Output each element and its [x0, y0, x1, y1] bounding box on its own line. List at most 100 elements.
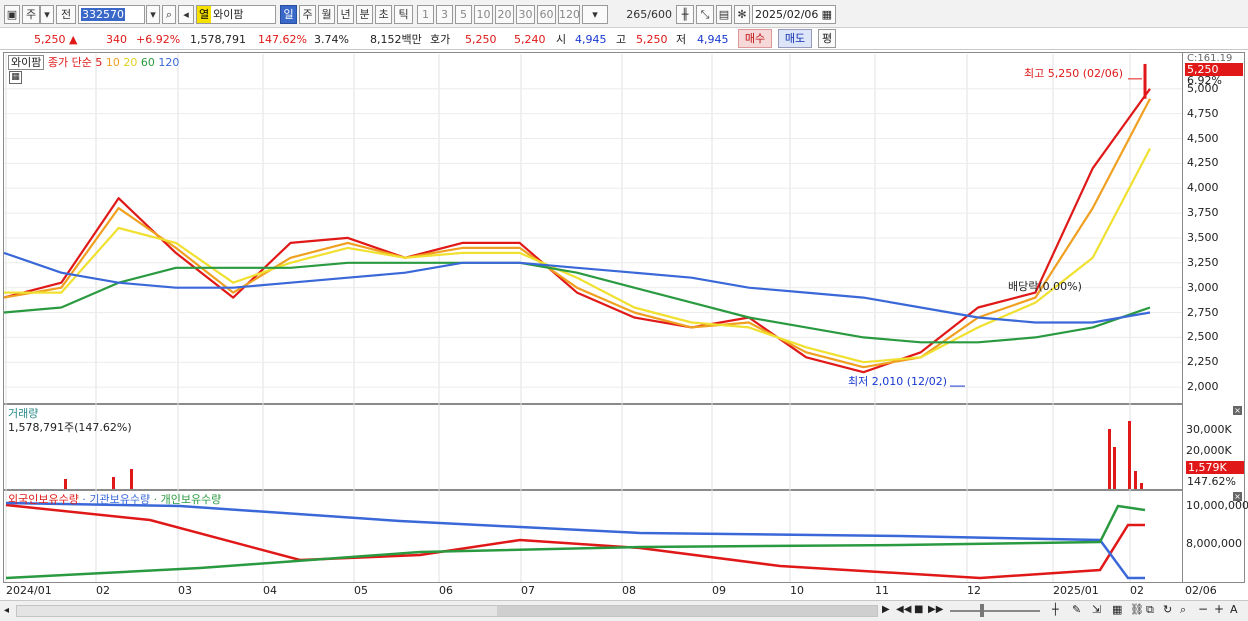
zoom-slider[interactable] [950, 610, 1040, 612]
stock-code-value: 332570 [81, 8, 125, 21]
interval-20-button[interactable]: 20 [495, 5, 514, 24]
stock-name-tag[interactable]: 와이팜 [8, 55, 45, 70]
scroll-track[interactable] [16, 605, 878, 617]
fast-forward-icon[interactable]: ▶▶ [928, 604, 943, 615]
legend-foreign[interactable]: 외국인보유수량 [8, 493, 79, 506]
legend-ma5[interactable]: 5 [95, 56, 102, 69]
count-value: 265 [626, 8, 648, 21]
stock-name-box[interactable]: 열 와이팜 [196, 5, 276, 24]
x-axis-label: 2025/01 [1053, 584, 1099, 597]
avg-button[interactable]: 평 [818, 29, 836, 48]
date-input[interactable]: 2025/02/06 ▦ [752, 5, 836, 24]
interval-3-button[interactable]: 3 [436, 5, 453, 24]
crosshair-icon[interactable]: ┼ [1052, 603, 1059, 616]
period-minute-button[interactable]: 분 [356, 5, 373, 24]
type-select[interactable]: 주 [22, 5, 40, 24]
legend-ma120[interactable]: 120 [158, 56, 179, 69]
table-icon[interactable]: ▦ [9, 71, 22, 84]
compare-icon[interactable]: ⤡ [696, 5, 714, 24]
legend-individual[interactable]: 개인보유수량 [161, 493, 222, 506]
scroll-thumb[interactable] [497, 606, 877, 616]
chevron-down-icon[interactable]: ▾ [40, 5, 54, 24]
candle-icon[interactable]: ╫ [676, 5, 694, 24]
volume-panel[interactable] [3, 404, 1183, 490]
sell-button[interactable]: 매도 [778, 29, 812, 48]
period-tick-button[interactable]: 틱 [394, 5, 413, 24]
zoom-icon[interactable]: ⌕ [1180, 603, 1186, 617]
calendar-icon[interactable]: ▦ [822, 6, 832, 23]
interval-60-button[interactable]: 60 [537, 5, 556, 24]
window-menu-icon[interactable]: ▣ [4, 5, 20, 24]
period-week-button[interactable]: 주 [299, 5, 316, 24]
volume-close-icon[interactable]: × [1233, 406, 1242, 415]
x-axis-label: 02 [1130, 584, 1144, 597]
period-year-button[interactable]: 년 [337, 5, 354, 24]
holding-close-icon[interactable]: × [1233, 492, 1242, 501]
refresh-icon[interactable]: ↻ [1163, 603, 1172, 616]
quote-amount: 8,152백만 [370, 33, 422, 46]
link-icon[interactable]: ⛓ [1130, 603, 1144, 616]
high-label: 고 [616, 33, 627, 46]
draw-icon[interactable]: ✎ [1072, 603, 1081, 616]
stop-icon[interactable]: ■ [914, 604, 923, 615]
legend-institution[interactable]: 기관보유수량 [89, 493, 150, 506]
stock-code-input[interactable]: 332570 [78, 5, 145, 24]
vol-tick-30000k: 30,000K [1186, 423, 1232, 436]
sound-icon[interactable]: ◂ [178, 5, 194, 24]
font-size-icon[interactable]: A [1230, 603, 1238, 616]
search-icon[interactable]: ⌕ [162, 5, 176, 24]
legend-ma60[interactable]: 60 [141, 56, 155, 69]
price-panel[interactable] [3, 52, 1183, 404]
period-month-button[interactable]: 월 [318, 5, 335, 24]
interval-custom-select[interactable]: ▾ [582, 5, 608, 24]
price-y-tick: 3,000 [1187, 280, 1219, 294]
open-label: 시 [556, 33, 567, 46]
x-axis-label: 04 [263, 584, 277, 597]
x-axis-label: 2024/01 [6, 584, 52, 597]
price-y-tick: 3,750 [1187, 206, 1219, 220]
x-axis-label: 05 [354, 584, 368, 597]
save-icon[interactable]: ▤ [716, 5, 732, 24]
quote-volume: 1,578,791 [190, 33, 246, 46]
vol-current-pct: 147.62% [1187, 475, 1236, 488]
date-value: 2025/02/06 [755, 8, 819, 21]
quote-change-pct: +6.92% [136, 33, 181, 46]
grid-icon[interactable]: ▦ [1112, 603, 1122, 616]
market-all-button[interactable]: 전 [56, 5, 76, 24]
ask-label: 호가 [430, 33, 451, 46]
plus-icon[interactable]: + [1214, 602, 1224, 616]
scroll-left-icon[interactable]: ◂ [4, 605, 9, 616]
stock-tag: 열 [197, 6, 212, 23]
zoom-slider-handle[interactable] [980, 604, 984, 617]
period-second-button[interactable]: 초 [375, 5, 392, 24]
gear-icon[interactable]: ✻ [734, 5, 750, 24]
interval-10-button[interactable]: 10 [474, 5, 493, 24]
code-dropdown-icon[interactable]: ▾ [146, 5, 160, 24]
x-axis-label: 06 [439, 584, 453, 597]
legend-ma20[interactable]: 20 [123, 56, 137, 69]
price-y-tick: 2,500 [1187, 330, 1219, 344]
price-value: 5,250 [34, 33, 66, 46]
interval-120-button[interactable]: 120 [558, 5, 580, 24]
price-y-tick: 4,500 [1187, 131, 1219, 145]
period-day-button[interactable]: 일 [280, 5, 297, 24]
buy-button[interactable]: 매수 [738, 29, 772, 48]
horizontal-scrollbar[interactable]: ◂ ▶ ◀◀ ■ ▶▶ ┼ ✎ ⇲ ▦ ⛓ ⧉ ↻ ⌕ − + A [0, 600, 1248, 621]
count-display[interactable]: 265/600 [612, 5, 672, 24]
quote-volume-pct: 147.62% [258, 33, 307, 46]
price-y-tick: 3,500 [1187, 230, 1219, 244]
hold-tick-8m: 8,000,000 [1186, 537, 1242, 550]
count-max: /600 [647, 8, 672, 21]
x-axis-label: 08 [622, 584, 636, 597]
fit-icon[interactable]: ⇲ [1092, 603, 1101, 616]
interval-1-button[interactable]: 1 [417, 5, 434, 24]
rewind-icon[interactable]: ◀◀ [896, 604, 911, 615]
legend-ma10[interactable]: 10 [106, 56, 120, 69]
quote-change: 340 [106, 33, 127, 46]
minus-icon[interactable]: − [1198, 602, 1208, 616]
stock-name: 와이팜 [213, 8, 244, 21]
interval-5-button[interactable]: 5 [455, 5, 472, 24]
copy-icon[interactable]: ⧉ [1146, 603, 1154, 617]
play-icon[interactable]: ▶ [882, 604, 890, 615]
interval-30-button[interactable]: 30 [516, 5, 535, 24]
